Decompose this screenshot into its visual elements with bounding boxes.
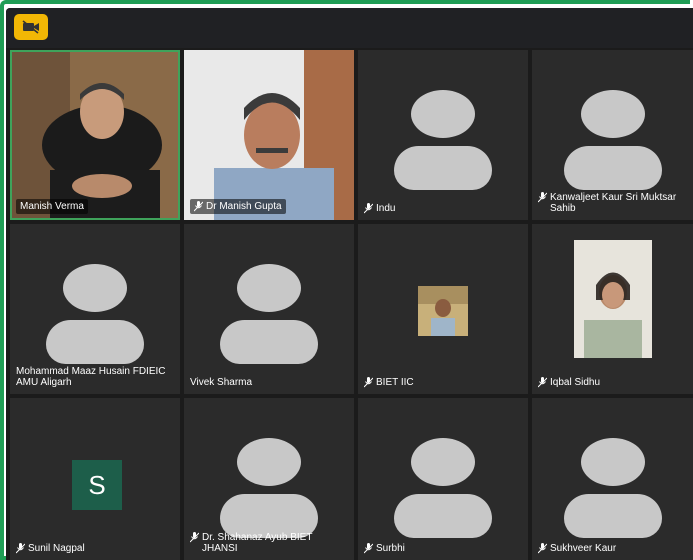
participant-name: Dr Manish Gupta: [190, 199, 286, 214]
participant-photo: [418, 286, 468, 336]
mic-off-icon: [538, 192, 547, 203]
video-grid: Manish Verma Dr Manish Gupta Indu Kanwal…: [6, 8, 693, 560]
participant-name: Mohammad Maaz Husain FDIEIC AMU Aligarh: [16, 366, 166, 388]
avatar-icon: [563, 90, 663, 190]
participant-tile[interactable]: S Sunil Nagpal: [10, 398, 180, 560]
participant-tile[interactable]: Mohammad Maaz Husain FDIEIC AMU Aligarh: [10, 224, 180, 394]
participant-tile[interactable]: BIET IIC: [358, 224, 528, 394]
mic-off-icon: [538, 377, 547, 388]
top-toolbar: [6, 8, 693, 48]
participant-name: Surbhi: [364, 543, 405, 554]
participant-tile[interactable]: Dr. Shahanaz Ayub BIET JHANSI: [184, 398, 354, 560]
participant-name: Indu: [364, 203, 395, 214]
participant-name: Sunil Nagpal: [16, 543, 85, 554]
mic-off-icon: [364, 543, 373, 554]
mic-off-icon: [364, 203, 373, 214]
avatar-icon: [393, 90, 493, 190]
mic-off-icon: [16, 543, 25, 554]
participant-video: [574, 240, 652, 358]
mic-off-icon: [538, 543, 547, 554]
mic-off-icon: [194, 201, 203, 212]
avatar-icon: [393, 438, 493, 538]
mic-off-icon: [364, 377, 373, 388]
participant-name: Manish Verma: [16, 199, 88, 214]
participant-name: Kanwaljeet Kaur Sri Muktsar Sahib: [538, 192, 688, 214]
participant-video: [10, 50, 180, 220]
participant-name: Dr. Shahanaz Ayub BIET JHANSI: [190, 532, 340, 554]
participant-tile[interactable]: Indu: [358, 50, 528, 220]
video-off-icon[interactable]: [14, 14, 48, 40]
participant-tile[interactable]: Dr Manish Gupta: [184, 50, 354, 220]
mic-off-icon: [190, 532, 199, 543]
participant-tile[interactable]: Kanwaljeet Kaur Sri Muktsar Sahib: [532, 50, 693, 220]
participant-tile[interactable]: Vivek Sharma: [184, 224, 354, 394]
participant-tile[interactable]: Sukhveer Kaur: [532, 398, 693, 560]
participant-name: BIET IIC: [364, 377, 414, 388]
participant-tile[interactable]: Surbhi: [358, 398, 528, 560]
participant-tile[interactable]: Manish Verma: [10, 50, 180, 220]
initial-avatar: S: [72, 460, 122, 510]
avatar-icon: [219, 438, 319, 538]
avatar-icon: [45, 264, 145, 364]
participant-name: Iqbal Sidhu: [538, 377, 600, 388]
meeting-window: Manish Verma Dr Manish Gupta Indu Kanwal…: [0, 0, 693, 560]
avatar-icon: [219, 264, 319, 364]
participant-tile[interactable]: Iqbal Sidhu: [532, 224, 693, 394]
participant-name: Sukhveer Kaur: [538, 543, 616, 554]
avatar-icon: [563, 438, 663, 538]
participant-video: [184, 50, 354, 220]
participant-name: Vivek Sharma: [190, 377, 253, 388]
